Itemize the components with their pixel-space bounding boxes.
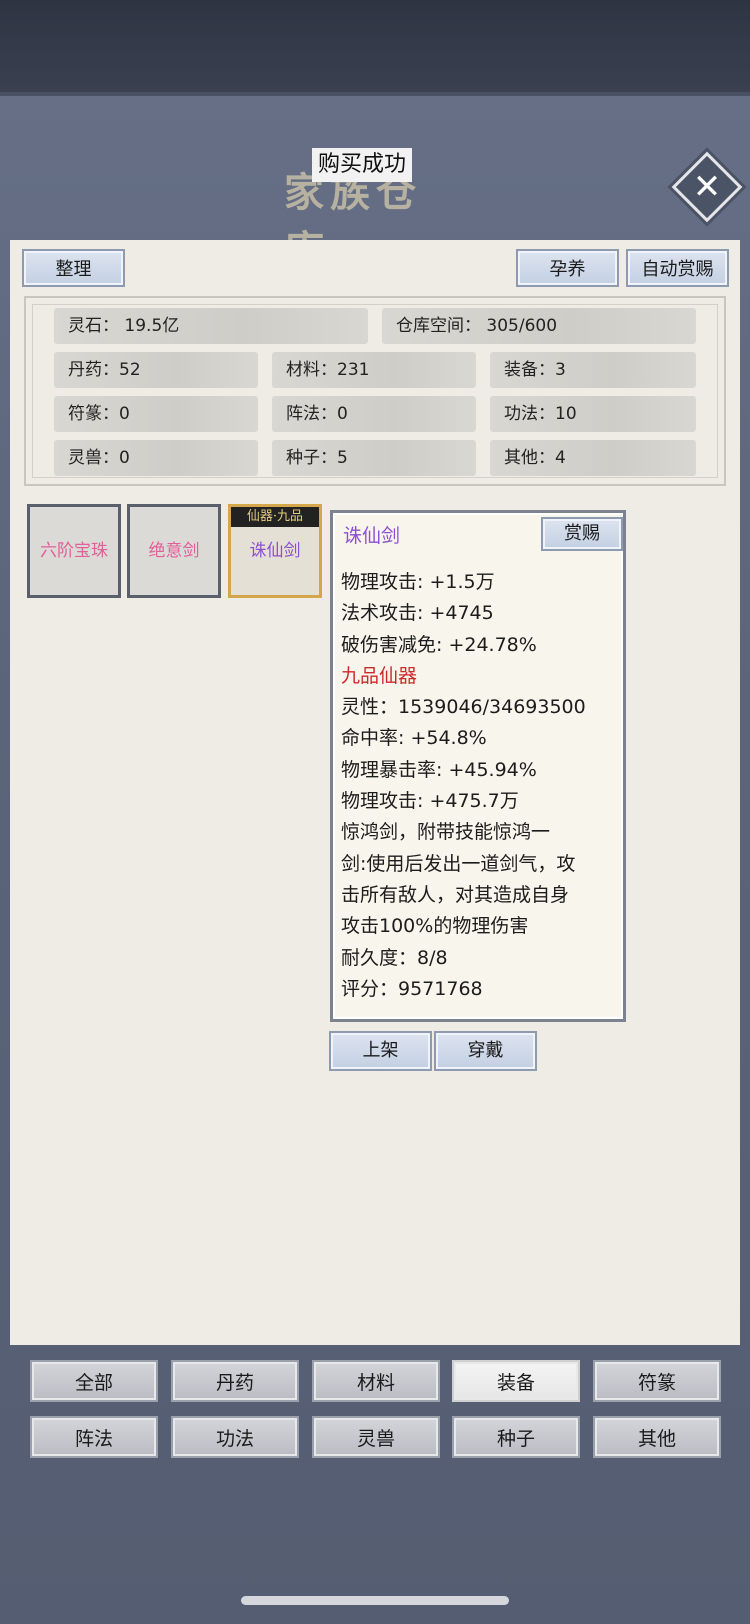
detail-item-name: 诛仙剑 [343, 525, 401, 547]
tab-seeds[interactable]: 种子 [452, 1416, 580, 1458]
attr-line: 灵性：1539046/34693500 [341, 696, 586, 719]
stat-materials: 材料：231 [272, 352, 476, 388]
stat-equipment: 装备：3 [490, 352, 696, 388]
item-name: 六阶宝珠 [40, 541, 108, 561]
tab-beasts[interactable]: 灵兽 [312, 1416, 440, 1458]
stat-pills: 丹药：52 [54, 352, 258, 388]
equip-button[interactable]: 穿戴 [434, 1031, 537, 1071]
purchase-toast: 购买成功 [312, 148, 413, 182]
stat-talismans: 符篆：0 [54, 396, 258, 432]
tab-formations[interactable]: 阵法 [30, 1416, 158, 1458]
stat-others: 其他：4 [490, 440, 696, 476]
stat-spirit-stone: 灵石： 19.5亿 [54, 308, 368, 344]
item-detail-popup: 诛仙剑 赏赐 物理攻击: +1.5万 法术攻击: +4745 破伤害减免: +2… [330, 510, 626, 1022]
tab-techniques[interactable]: 功法 [171, 1416, 299, 1458]
attr-line: 物理攻击: +1.5万 [341, 571, 495, 593]
score-line: 评分：9571768 [341, 977, 483, 1000]
detail-attributes: 物理攻击: +1.5万 法术攻击: +4745 破伤害减免: +24.78% 九… [341, 567, 623, 1005]
skill-line: 剑:使用后发出一道剑气，攻 [341, 852, 576, 875]
skill-line: 攻击100%的物理伤害 [341, 915, 529, 938]
stat-capacity: 仓库空间： 305/600 [382, 308, 696, 344]
skill-line: 惊鸿剑，附带技能惊鸿一 [341, 821, 551, 844]
list-for-sale-button[interactable]: 上架 [329, 1031, 432, 1071]
item-name: 诛仙剑 [249, 541, 301, 561]
attr-line: 法术攻击: +4745 [341, 602, 494, 625]
stat-beasts: 灵兽：0 [54, 440, 258, 476]
tab-others[interactable]: 其他 [593, 1416, 721, 1458]
skill-line: 击所有敌人，对其造成自身 [341, 883, 570, 906]
home-indicator[interactable] [241, 1596, 509, 1605]
grade-tag: 仙器·九品 [231, 507, 319, 527]
tab-pills[interactable]: 丹药 [171, 1360, 299, 1402]
stat-formations: 阵法：0 [272, 396, 476, 432]
tab-equipment[interactable]: 装备 [452, 1360, 580, 1402]
reward-button[interactable]: 赏赐 [541, 517, 623, 551]
tab-talismans[interactable]: 符篆 [593, 1360, 721, 1402]
nurture-button[interactable]: 孕养 [516, 249, 619, 287]
item-name: 绝意剑 [148, 541, 200, 561]
stat-techniques: 功法：10 [490, 396, 696, 432]
durability-line: 耐久度：8/8 [341, 946, 448, 969]
status-bar [0, 0, 750, 96]
sort-button[interactable]: 整理 [22, 249, 125, 287]
item-slot-selected[interactable]: 仙器·九品 诛仙剑 [228, 504, 322, 598]
attr-line: 物理暴击率: +45.94% [341, 758, 537, 781]
tab-all[interactable]: 全部 [30, 1360, 158, 1402]
item-slot[interactable]: 六阶宝珠 [27, 504, 121, 598]
grade-line: 九品仙器 [341, 664, 418, 687]
stat-seeds: 种子：5 [272, 440, 476, 476]
tab-materials[interactable]: 材料 [312, 1360, 440, 1402]
attr-line: 破伤害减免: +24.78% [341, 633, 537, 656]
item-slot[interactable]: 绝意剑 [127, 504, 221, 598]
attr-line: 物理攻击: +475.7万 [341, 790, 519, 813]
auto-reward-button[interactable]: 自动赏赐 [626, 249, 729, 287]
close-icon: ✕ [692, 167, 722, 207]
attr-line: 命中率: +54.8% [341, 727, 487, 750]
